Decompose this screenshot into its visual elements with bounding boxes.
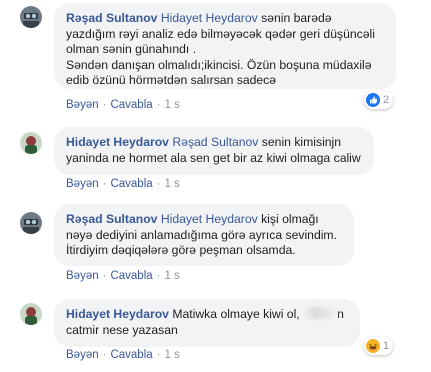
comment-text-line2: Səndən danışan olmalıdı;ikincisi. Özün b…	[66, 57, 372, 88]
comment-time[interactable]: 1 s	[165, 99, 180, 111]
reply-link[interactable]: Cavabla	[110, 99, 152, 111]
comment-author[interactable]: Rəşad Sultanov	[66, 212, 157, 226]
like-link[interactable]: Bəyən	[66, 99, 99, 111]
reply-link[interactable]: Cavabla	[110, 178, 152, 190]
comment-text-line2: İtirdiyim dəqiqələrə görə peşman olsamda…	[66, 243, 296, 258]
reaction-badge[interactable]: 2	[364, 91, 394, 109]
comment-bubble: Hidayet Heydarov Rəşad Sultanov senin ki…	[54, 127, 374, 175]
comment-mention[interactable]: Hidayet Heydarov	[161, 212, 258, 226]
avatar[interactable]	[20, 303, 42, 325]
comment-author[interactable]: Hidayet Heydarov	[66, 307, 169, 321]
reaction-badge[interactable]: 1	[364, 337, 394, 355]
reaction-count: 1	[383, 340, 390, 352]
comment-bubble: Hidayet Heydarov Matiwka olmaye kiwi ol,…	[54, 299, 360, 347]
like-link[interactable]: Bəyən	[66, 270, 99, 282]
comment-author[interactable]: Rəşad Sultanov	[66, 11, 157, 25]
comment-time[interactable]: 1 s	[165, 349, 180, 361]
comment-author[interactable]: Hidayet Heydarov	[66, 135, 169, 149]
avatar[interactable]	[20, 212, 42, 234]
comment-actions: Bəyən · Cavabla · 1 s	[66, 270, 180, 282]
comment-bubble: Rəşad Sultanov Hidayet Heydarov sənin ba…	[54, 3, 396, 89]
avatar[interactable]	[20, 6, 42, 28]
comment-actions: Bəyən · Cavabla · 1 s	[66, 349, 180, 361]
comment-bubble: Rəşad Sultanov Hidayet Heydarov kişi olm…	[54, 204, 354, 266]
redacted-text	[303, 307, 338, 319]
comment-mention[interactable]: Hidayet Heydarov	[161, 11, 258, 25]
haha-icon	[366, 339, 380, 353]
comment-mention[interactable]: Rəşad Sultanov	[172, 135, 258, 149]
comment-time[interactable]: 1 s	[165, 270, 180, 282]
reply-link[interactable]: Cavabla	[110, 349, 152, 361]
avatar[interactable]	[20, 132, 42, 154]
reply-link[interactable]: Cavabla	[110, 270, 152, 282]
like-icon	[366, 93, 380, 107]
comment-actions: Bəyən · Cavabla · 1 s	[66, 99, 180, 111]
like-link[interactable]: Bəyən	[66, 349, 99, 361]
comment-actions: Bəyən · Cavabla · 1 s	[66, 178, 180, 190]
comment-text: Matiwka olmaye kiwi ol,	[168, 307, 300, 321]
like-link[interactable]: Bəyən	[66, 178, 99, 190]
comment-time[interactable]: 1 s	[165, 178, 180, 190]
reaction-count: 2	[383, 94, 390, 106]
